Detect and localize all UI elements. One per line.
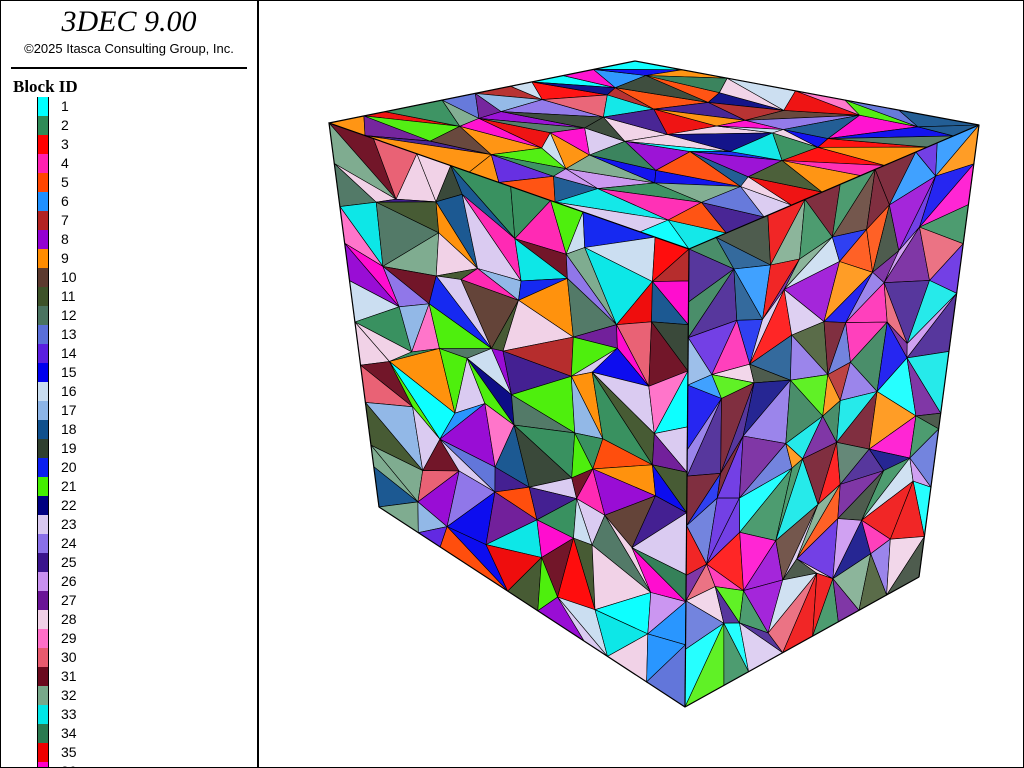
legend-swatch [37, 249, 49, 268]
legend-label: 17 [61, 402, 77, 418]
legend-swatch [37, 667, 49, 686]
legend-label: 25 [61, 554, 77, 570]
legend-swatch [37, 477, 49, 496]
legend-label: 2 [61, 117, 69, 133]
legend-label: 29 [61, 630, 77, 646]
legend-label: 30 [61, 649, 77, 665]
legend-label: 7 [61, 212, 69, 228]
legend-swatch [37, 401, 49, 420]
legend-label: 15 [61, 364, 77, 380]
legend-swatch [37, 363, 49, 382]
legend-label: 3 [61, 136, 69, 152]
legend-swatch [37, 534, 49, 553]
legend-label: 34 [61, 725, 77, 741]
legend-label: 33 [61, 706, 77, 722]
legend-swatch [37, 705, 49, 724]
legend-label: 4 [61, 155, 69, 171]
legend-swatch [37, 629, 49, 648]
legend-label: 16 [61, 383, 77, 399]
legend-label: 6 [61, 193, 69, 209]
legend-swatch [37, 553, 49, 572]
legend-label: 11 [61, 288, 76, 304]
legend-swatch [37, 686, 49, 705]
app-title: 3DEC 9.00 [61, 5, 197, 38]
legend-swatch [37, 116, 49, 135]
legend-swatch [37, 743, 49, 762]
legend-label: 5 [61, 174, 69, 190]
plot-window: 3DEC 9.00 ©2025 Itasca Consulting Group,… [0, 0, 1024, 768]
legend-label: 19 [61, 440, 77, 456]
block-fragment [593, 60, 683, 71]
legend-swatch [37, 458, 49, 477]
legend-label: 14 [61, 345, 77, 361]
legend-swatch [37, 439, 49, 458]
legend-swatch [37, 192, 49, 211]
legend-label: 28 [61, 611, 77, 627]
legend-swatch [37, 97, 49, 116]
legend-swatch [37, 344, 49, 363]
legend-swatch [37, 287, 49, 306]
legend-divider [11, 67, 247, 69]
legend-swatch [37, 382, 49, 401]
legend-label: 9 [61, 250, 69, 266]
legend-swatch [37, 420, 49, 439]
legend-swatch [37, 762, 49, 767]
legend-label: 18 [61, 421, 77, 437]
legend-swatch [37, 515, 49, 534]
legend-swatch [37, 135, 49, 154]
legend-label: 22 [61, 497, 77, 513]
copyright-text: ©2025 Itasca Consulting Group, Inc. [24, 41, 234, 56]
model-viewport[interactable] [259, 1, 1023, 767]
legend-swatch [37, 173, 49, 192]
legend-swatch [37, 610, 49, 629]
legend-heading: Block ID [13, 77, 78, 96]
legend-swatch [37, 230, 49, 249]
legend-label: 8 [61, 231, 69, 247]
legend-panel: 3DEC 9.00 ©2025 Itasca Consulting Group,… [1, 1, 259, 767]
legend-swatch [37, 572, 49, 591]
legend-swatch [37, 724, 49, 743]
legend-label: 36 [61, 763, 77, 767]
legend-label: 31 [61, 668, 77, 684]
legend-label: 23 [61, 516, 77, 532]
legend-label: 26 [61, 573, 77, 589]
block-model-cube[interactable] [259, 1, 1023, 767]
legend-swatch [37, 648, 49, 667]
block-fragment [378, 501, 419, 534]
legend-swatch [37, 268, 49, 287]
legend-swatch [37, 211, 49, 230]
legend-swatch [37, 154, 49, 173]
legend-label: 21 [61, 478, 77, 494]
legend-label: 10 [61, 269, 77, 285]
legend-swatch [37, 496, 49, 515]
legend-swatch [37, 325, 49, 344]
legend-swatch [37, 591, 49, 610]
legend-swatch [37, 306, 49, 325]
legend-label: 27 [61, 592, 77, 608]
legend-label: 13 [61, 326, 77, 342]
legend-label: 20 [61, 459, 77, 475]
legend-label: 35 [61, 744, 77, 760]
legend-label: 24 [61, 535, 77, 551]
legend-label: 1 [61, 98, 69, 114]
legend-label: 32 [61, 687, 77, 703]
legend-label: 12 [61, 307, 77, 323]
